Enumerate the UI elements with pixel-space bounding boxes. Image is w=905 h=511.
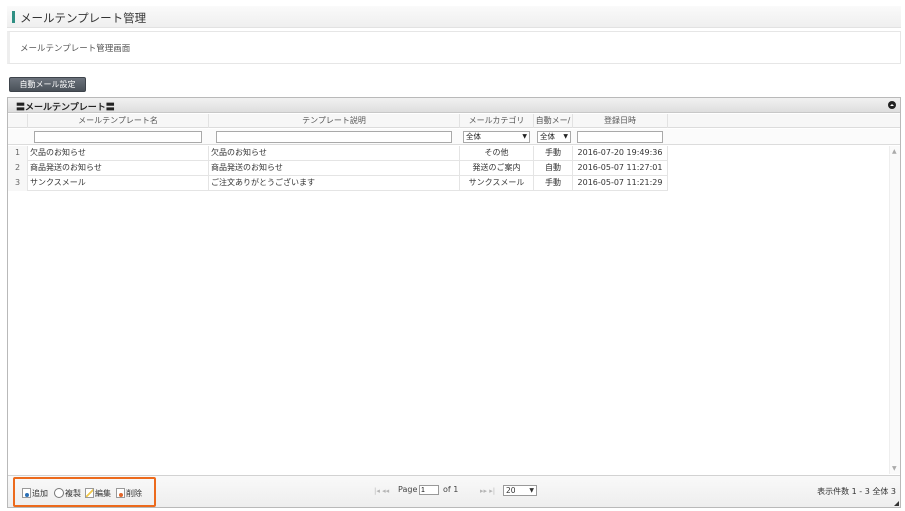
- delete-button[interactable]: 削除: [116, 488, 142, 499]
- delete-icon: [116, 488, 125, 498]
- filter-description-input[interactable]: [216, 131, 452, 143]
- chevron-down-icon: ▼: [563, 133, 568, 140]
- filter-auto-value: 全体: [540, 132, 555, 141]
- cell-date: 2016-07-20 19:49:36: [573, 146, 668, 161]
- record-count-info: 表示件数 1 - 3 全体 3: [817, 487, 896, 496]
- mail-template-grid: 〓メールテンプレート〓 メールテンプレート名 テンプレート説明 メールカテゴリ …: [7, 97, 901, 508]
- next-last-page-icon[interactable]: ▸▸ ▸|: [480, 487, 495, 495]
- column-header-name[interactable]: メールテンプレート名: [28, 114, 209, 128]
- auto-mail-settings-button[interactable]: 自動メール設定: [9, 77, 86, 92]
- first-prev-page-icon[interactable]: |◂ ◂◂: [374, 487, 389, 495]
- copy-label: 複製: [65, 489, 81, 498]
- cell-auto: 手動: [534, 146, 573, 161]
- cell-auto: 手動: [534, 176, 573, 191]
- cell-name: 欠品のお知らせ: [28, 146, 209, 161]
- chevron-down-icon: ▼: [529, 487, 534, 494]
- row-number: 1: [8, 146, 28, 161]
- rownum-header: [8, 114, 28, 128]
- table-row[interactable]: 3 サンクスメール ご注文ありがとうございます サンクスメール 手動 2016-…: [8, 176, 668, 191]
- grid-caption-bar: 〓メールテンプレート〓: [8, 98, 900, 113]
- page-description: メールテンプレート管理画面: [20, 44, 131, 54]
- table-row[interactable]: 1 欠品のお知らせ 欠品のお知らせ その他 手動 2016-07-20 19:4…: [8, 146, 668, 161]
- cell-name: 商品発送のお知らせ: [28, 161, 209, 176]
- page-title-bar: メールテンプレート管理: [7, 6, 901, 28]
- page-number-input[interactable]: [419, 485, 439, 495]
- grid-caption: 〓メールテンプレート〓: [16, 103, 115, 113]
- filter-name-input[interactable]: [34, 131, 202, 143]
- cell-category: その他: [460, 146, 534, 161]
- page-description-box: メールテンプレート管理画面: [7, 31, 901, 64]
- edit-label: 編集: [95, 489, 111, 498]
- page-of-label: of 1: [443, 485, 459, 494]
- add-label: 追加: [32, 489, 48, 498]
- page-title: メールテンプレート管理: [20, 11, 147, 25]
- column-header-category[interactable]: メールカテゴリ: [460, 114, 534, 128]
- row-number: 2: [8, 161, 28, 176]
- copy-icon: [54, 488, 64, 498]
- cell-category: サンクスメール: [460, 176, 534, 191]
- collapse-icon[interactable]: [888, 101, 896, 109]
- cell-name: サンクスメール: [28, 176, 209, 191]
- resize-handle-icon[interactable]: [894, 501, 899, 506]
- rows-per-page-select[interactable]: 20 ▼: [503, 485, 537, 496]
- chevron-down-icon: ▼: [522, 133, 527, 140]
- row-number: 3: [8, 176, 28, 191]
- title-accent-bar: [12, 11, 15, 23]
- cell-auto: 自動: [534, 161, 573, 176]
- add-icon: [22, 488, 31, 498]
- cell-description: 欠品のお知らせ: [209, 146, 460, 161]
- edit-button[interactable]: 編集: [85, 488, 111, 499]
- cell-date: 2016-05-07 11:21:29: [573, 176, 668, 191]
- page-label: Page: [398, 485, 418, 494]
- filter-category-select[interactable]: 全体 ▼: [463, 131, 530, 143]
- cell-date: 2016-05-07 11:27:01: [573, 161, 668, 176]
- cell-description: 商品発送のお知らせ: [209, 161, 460, 176]
- column-header-description[interactable]: テンプレート説明: [209, 114, 460, 128]
- filter-auto-select[interactable]: 全体 ▼: [537, 131, 571, 143]
- filter-date-input[interactable]: [577, 131, 663, 143]
- scroll-up-icon[interactable]: ▲: [892, 148, 897, 155]
- edit-icon: [85, 488, 94, 498]
- column-headers: メールテンプレート名 テンプレート説明 メールカテゴリ 自動メー/ 登録日時: [8, 114, 900, 128]
- filter-row: 全体 ▼ 全体 ▼: [8, 129, 900, 145]
- table-row[interactable]: 2 商品発送のお知らせ 商品発送のお知らせ 発送のご案内 自動 2016-05-…: [8, 161, 668, 176]
- filter-category-value: 全体: [466, 132, 481, 141]
- cell-category: 発送のご案内: [460, 161, 534, 176]
- delete-label: 削除: [126, 489, 142, 498]
- add-button[interactable]: 追加: [22, 488, 48, 499]
- rows-per-page-value: 20: [506, 486, 516, 495]
- cell-description: ご注文ありがとうございます: [209, 176, 460, 191]
- grid-pager: 追加 複製 編集 削除 |◂ ◂◂ Page of 1 ▸▸ ▸| 20 ▼ 表…: [8, 475, 900, 507]
- column-header-auto[interactable]: 自動メー/: [534, 114, 573, 128]
- scroll-down-icon[interactable]: ▼: [892, 465, 897, 472]
- copy-button[interactable]: 複製: [54, 488, 81, 499]
- column-header-date[interactable]: 登録日時: [573, 114, 668, 128]
- grid-body: 1 欠品のお知らせ 欠品のお知らせ その他 手動 2016-07-20 19:4…: [8, 146, 888, 474]
- vertical-scrollbar[interactable]: ▲ ▼: [889, 146, 900, 474]
